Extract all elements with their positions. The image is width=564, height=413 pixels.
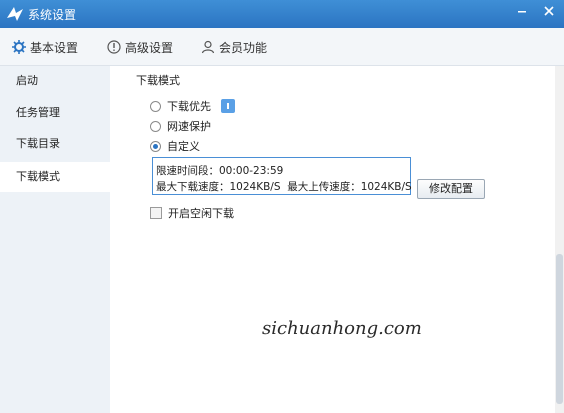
close-button[interactable]	[540, 3, 558, 21]
idle-download-label: 开启空闲下载	[168, 207, 234, 220]
option-download-priority[interactable]: 下载优先	[150, 98, 235, 114]
close-icon	[544, 6, 554, 16]
tab-advanced-settings[interactable]: 高级设置	[107, 38, 173, 56]
radio-download-priority[interactable]	[150, 100, 161, 112]
speed-limit-max-speeds: 最大下载速度：1024KB/S 最大上传速度：1024KB/S	[156, 181, 412, 193]
sidebar-item-download-mode[interactable]: 下载模式	[0, 162, 110, 192]
user-icon	[201, 40, 215, 54]
option-download-priority-label: 下载优先	[167, 100, 211, 113]
tab-advanced-settings-label: 高级设置	[125, 40, 174, 55]
watermark: sichuanhong.com	[262, 318, 422, 339]
speed-limit-info: 限速时间段：00:00-23:59 最大下载速度：1024KB/S 最大上传速度…	[152, 157, 412, 195]
tab-member-features-label: 会员功能	[219, 40, 268, 55]
minimize-icon	[518, 11, 526, 13]
option-speed-protection-label: 网速保护	[167, 120, 211, 133]
app-logo-icon	[7, 7, 23, 21]
minimize-button[interactable]	[513, 3, 531, 21]
idle-download-checkbox[interactable]	[150, 207, 162, 219]
section-title: 下载模式	[136, 74, 180, 87]
info-circle-icon	[107, 40, 121, 54]
scrollbar[interactable]	[555, 66, 564, 413]
option-custom[interactable]: 自定义	[150, 138, 200, 154]
modify-config-button[interactable]: 修改配置	[417, 179, 485, 199]
sidebar-item-download-directory[interactable]: 下载目录	[0, 129, 110, 159]
sidebar-item-task-management[interactable]: 任务管理	[0, 98, 110, 128]
tab-basic-settings[interactable]: 基本设置	[12, 38, 78, 56]
gear-icon	[12, 40, 26, 54]
idle-download-option[interactable]: 开启空闲下载	[150, 205, 234, 221]
option-speed-protection[interactable]: 网速保护	[150, 118, 211, 134]
sidebar: 启动 任务管理 下载目录 下载模式	[0, 66, 110, 413]
tab-member-features[interactable]: 会员功能	[201, 38, 267, 56]
radio-speed-protection[interactable]	[150, 120, 161, 132]
sidebar-item-startup[interactable]: 启动	[0, 66, 110, 96]
settings-panel: 下载模式 下载优先 网速保护 自定义 限速时间段：00:00-23:59 最大下…	[110, 66, 554, 413]
window-title: 系统设置	[28, 8, 77, 22]
speed-limit-time-range: 限速时间段：00:00-23:59	[156, 165, 284, 177]
settings-tab-bar: 基本设置 高级设置 会员功能	[0, 28, 564, 66]
info-badge-icon[interactable]	[221, 99, 235, 113]
tab-basic-settings-label: 基本设置	[30, 40, 79, 55]
title-bar: 系统设置	[0, 0, 564, 28]
radio-custom[interactable]	[150, 140, 161, 152]
scrollbar-thumb[interactable]	[556, 254, 563, 404]
option-custom-label: 自定义	[167, 140, 200, 153]
